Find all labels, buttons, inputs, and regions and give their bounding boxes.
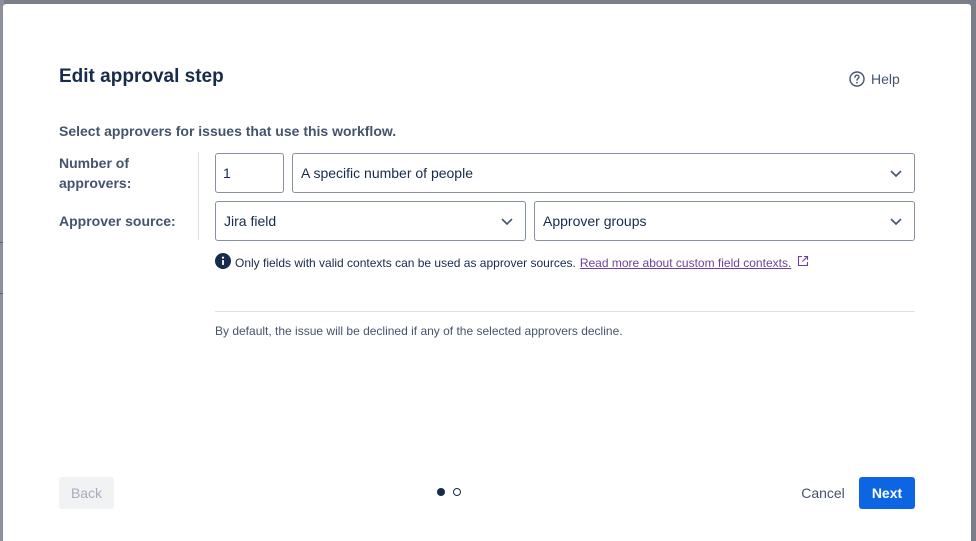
custom-field-contexts-link[interactable]: Read more about custom field contexts. (580, 256, 791, 270)
approver-source-select[interactable]: Jira field (215, 201, 526, 241)
approver-count-value: 1 (223, 165, 231, 181)
info-text: Only fields with valid contexts can be u… (235, 255, 576, 270)
back-button[interactable]: Back (59, 477, 114, 509)
section-divider (215, 311, 915, 312)
next-button[interactable]: Next (859, 477, 915, 509)
question-circle-icon (849, 71, 865, 87)
chevron-down-icon (501, 213, 513, 229)
number-of-approvers-label: Number of approvers: (59, 155, 132, 191)
approver-field-select[interactable]: Approver groups (534, 201, 915, 241)
approver-count-mode-select[interactable]: A specific number of people (292, 153, 915, 193)
approver-count-input[interactable]: 1 (215, 153, 284, 193)
help-label: Help (871, 71, 900, 87)
approver-count-mode-value: A specific number of people (301, 165, 473, 181)
step-dot-current (437, 488, 445, 496)
chevron-down-icon (890, 213, 902, 229)
help-button[interactable]: Help (849, 68, 900, 90)
step-indicator (437, 488, 461, 496)
cancel-button[interactable]: Cancel (791, 477, 855, 509)
edit-approval-step-dialog: Edit approval step Help Select approvers… (3, 4, 971, 541)
info-message: Only fields with valid contexts can be u… (215, 253, 809, 272)
approver-field-value: Approver groups (543, 213, 647, 229)
info-icon (215, 253, 231, 272)
label-divider (198, 152, 199, 240)
external-link-icon (797, 255, 809, 270)
approver-source-value: Jira field (224, 213, 277, 229)
intro-text: Select approvers for issues that use thi… (59, 123, 397, 139)
step-dot (453, 488, 461, 496)
approver-source-label: Approver source: (59, 213, 176, 229)
dialog-title: Edit approval step (59, 66, 224, 87)
chevron-down-icon (890, 165, 902, 181)
default-decline-note: By default, the issue will be declined i… (215, 324, 623, 338)
